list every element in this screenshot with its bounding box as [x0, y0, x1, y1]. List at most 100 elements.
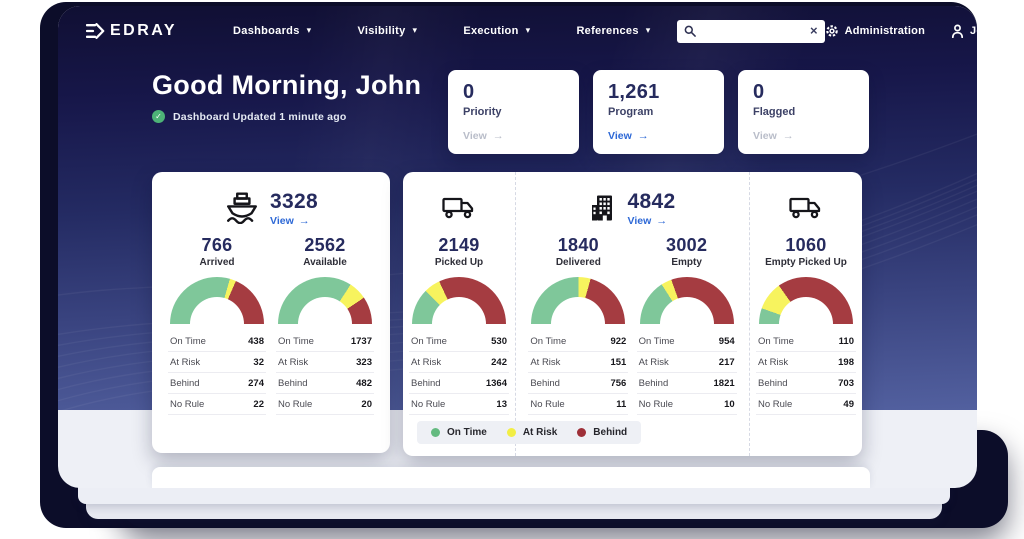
administration-link[interactable]: Administration — [825, 24, 925, 38]
gauge-value: 3002 — [635, 235, 739, 256]
stat-value: 49 — [843, 399, 854, 410]
summary-card-program: 1,261 Program View — [593, 70, 724, 154]
gauge-label: Arrived — [166, 257, 268, 268]
stat-value: 217 — [719, 357, 735, 368]
user-icon — [951, 24, 964, 38]
stat-value: 32 — [253, 357, 264, 368]
stat-label: At Risk — [639, 357, 669, 368]
stat-row: No Rule22 — [168, 394, 266, 415]
gauge-empty: 3002EmptyOn Time954At Risk217Behind1821N… — [635, 235, 739, 415]
main-menu: Dashboards Visibility Execution Referenc… — [233, 25, 651, 37]
stat-value: 198 — [838, 357, 854, 368]
user-menu[interactable]: John Smith — [951, 24, 977, 38]
stat-label: Behind — [278, 378, 308, 389]
stat-row: Behind 482 — [276, 373, 374, 394]
stat-value: 530 — [491, 336, 507, 347]
chevron-down-icon — [526, 25, 531, 37]
stat-row: No Rule49 — [756, 394, 856, 415]
gauge-label: Empty Picked Up — [754, 257, 858, 268]
search-input[interactable] — [701, 25, 805, 37]
stat-value: 242 — [491, 357, 507, 368]
gauge-donut-chart — [170, 277, 264, 324]
view-link[interactable]: View — [608, 130, 709, 142]
stat-label: On Time — [411, 336, 447, 347]
stat-value: 274 — [248, 378, 264, 389]
stat-value: 1821 — [714, 378, 735, 389]
stat-label: No Rule — [530, 399, 564, 410]
gauge-value: 2149 — [407, 235, 511, 256]
view-link[interactable]: View — [463, 130, 564, 142]
stat-value: 1364 — [486, 378, 507, 389]
gauge-hole — [551, 297, 605, 324]
legend-dot-icon — [577, 428, 586, 437]
chevron-down-icon — [413, 25, 418, 37]
ship-icon — [224, 192, 260, 224]
summary-card-flagged: 0 Flagged View — [738, 70, 869, 154]
menu-execution[interactable]: Execution — [463, 25, 530, 37]
brand-logo[interactable]: EDRAY — [86, 22, 177, 40]
stat-row: Behind1821 — [637, 373, 737, 394]
gauge-donut-chart — [759, 277, 853, 324]
view-link[interactable]: View — [270, 215, 310, 227]
gauge-donut-chart — [412, 277, 506, 324]
stat-row: No Rule11 — [528, 394, 628, 415]
stat-label: On Time — [170, 336, 206, 347]
stat-label: No Rule — [411, 399, 445, 410]
stat-row: At Risk198 — [756, 352, 856, 373]
arrow-right-icon — [783, 130, 794, 142]
stat-row: At Risk32 — [168, 352, 266, 373]
arrow-right-icon — [638, 130, 649, 142]
view-link[interactable]: View — [628, 215, 668, 227]
stat-label: Behind — [411, 378, 441, 389]
stat-label: At Risk — [530, 357, 560, 368]
stat-value: 151 — [610, 357, 626, 368]
stat-row: Behind756 — [528, 373, 628, 394]
gauge-hole — [660, 297, 714, 324]
menu-dashboards[interactable]: Dashboards — [233, 25, 311, 37]
stat-row: At Risk 151 — [528, 352, 628, 373]
stat-value: 1737 — [351, 336, 372, 347]
vessel-card-header: 3328 View — [152, 187, 390, 229]
view-link[interactable]: View — [753, 130, 854, 142]
stat-row: On Time954 — [637, 331, 737, 352]
gauge-empty-picked-up: 1060Empty Picked UpOn Time110At Risk198B… — [754, 235, 858, 415]
menu-visibility[interactable]: Visibility — [357, 25, 417, 37]
gauge-stats: On Time 530 At Risk 242 Behind 1364 No Rule 13 — [409, 331, 509, 415]
hero-section: Good Morning, John Dashboard Updated 1 m… — [152, 70, 421, 123]
stat-value: 954 — [719, 336, 735, 347]
stat-value: 22 — [253, 399, 264, 410]
stat-label: On Time — [278, 336, 314, 347]
chevron-down-icon — [307, 25, 312, 37]
legend-item: On Time — [431, 427, 487, 438]
stat-row: No Rule20 — [276, 394, 374, 415]
stat-value: 703 — [838, 378, 854, 389]
top-navigation-bar: EDRAY Dashboards Visibility Execution Re… — [58, 6, 977, 56]
gauge-donut-chart — [531, 277, 625, 324]
check-circle-icon — [152, 110, 165, 123]
stat-value: 438 — [248, 336, 264, 347]
stat-value: 922 — [610, 336, 626, 347]
gauge-label: Picked Up — [407, 257, 511, 268]
stat-value: 13 — [496, 399, 507, 410]
gauge-hole — [190, 297, 244, 324]
stat-label: At Risk — [411, 357, 441, 368]
search-box[interactable] — [677, 20, 825, 43]
gauge-stats: On Time1737At Risk323Behind482No Rule20 — [276, 331, 374, 415]
stat-value: 756 — [610, 378, 626, 389]
logo-text: EDRAY — [110, 22, 177, 40]
truck-icon — [789, 196, 823, 220]
stat-value: 110 — [839, 336, 854, 347]
arrow-right-icon — [656, 215, 667, 227]
stat-value: 10 — [724, 399, 735, 410]
clear-search-icon[interactable] — [810, 22, 818, 40]
container-status-card: 2149Picked UpOn Time530At Risk242Behind1… — [403, 172, 862, 456]
menu-references[interactable]: References — [576, 25, 650, 37]
next-section-sheet — [152, 467, 870, 488]
legend-dot-icon — [431, 428, 440, 437]
stat-label: At Risk — [278, 357, 308, 368]
legend-item: Behind — [577, 427, 627, 438]
stat-value: 482 — [356, 378, 372, 389]
logo-icon — [86, 23, 105, 39]
stat-row: On Time922 — [528, 331, 628, 352]
gauge-delivered: 1840DeliveredOn Time922At Risk151Behind7… — [526, 235, 630, 415]
